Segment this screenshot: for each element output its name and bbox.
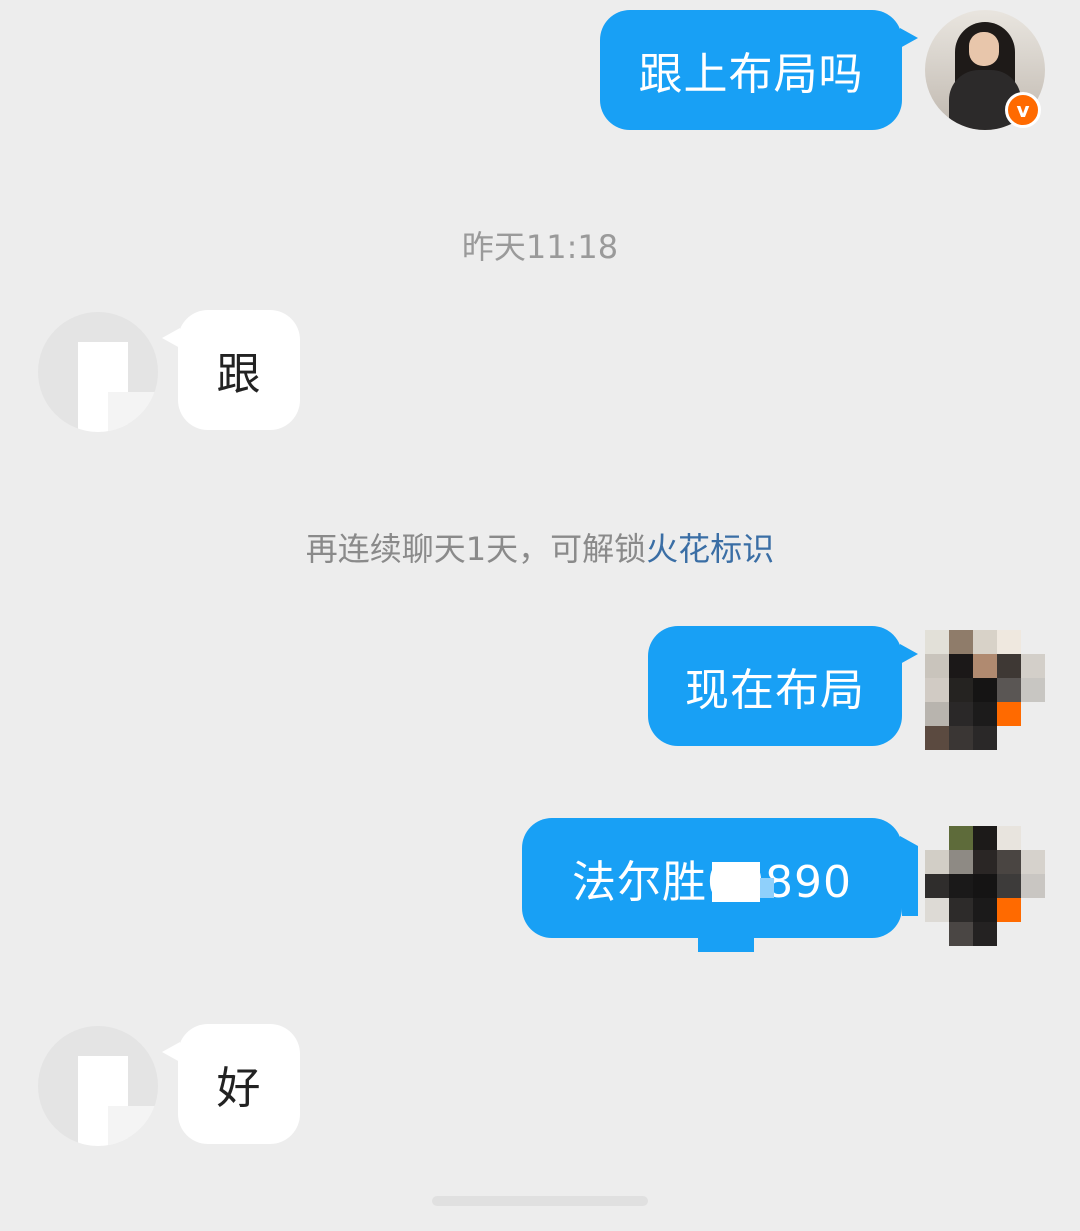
text-pixel-mask xyxy=(712,862,760,902)
text-pixel-mask xyxy=(902,846,918,916)
bubble-tail xyxy=(900,836,918,856)
message-text: 跟 xyxy=(216,349,262,400)
avatar-photo-face xyxy=(969,32,999,66)
message-bubble-incoming[interactable]: 好 xyxy=(178,1024,300,1144)
text-pixel-mask xyxy=(698,930,754,952)
avatar-pixel-mask xyxy=(925,826,1045,946)
avatar-pixel-mask xyxy=(925,630,1045,750)
bubble-tail xyxy=(900,28,918,48)
system-notice-text: 再连续聊天1天，可解锁 xyxy=(305,530,647,568)
message-bubble-incoming[interactable]: 跟 xyxy=(178,310,300,430)
avatar-pixel-mask xyxy=(108,1106,158,1146)
system-notice: 再连续聊天1天，可解锁火花标识 xyxy=(0,524,1080,570)
message-text: 现在布局 xyxy=(685,665,865,716)
avatar-pixel-mask xyxy=(108,392,158,432)
message-text: 好 xyxy=(216,1063,262,1114)
spark-badge-link[interactable]: 火花标识 xyxy=(646,530,774,568)
text-pixel-mask xyxy=(760,878,774,898)
message-bubble-outgoing[interactable]: 现在布局 xyxy=(648,626,902,746)
home-indicator xyxy=(432,1196,648,1206)
contact-avatar[interactable] xyxy=(38,312,158,432)
verified-v-icon: v xyxy=(1005,92,1041,128)
my-avatar[interactable] xyxy=(925,630,1045,750)
timestamp: 昨天11:18 xyxy=(461,228,619,266)
bubble-tail xyxy=(900,644,918,664)
message-bubble-outgoing[interactable]: 跟上布局吗 xyxy=(600,10,902,130)
contact-avatar[interactable] xyxy=(38,1026,158,1146)
my-avatar[interactable] xyxy=(925,826,1045,946)
message-text: 跟上布局吗 xyxy=(638,49,864,100)
